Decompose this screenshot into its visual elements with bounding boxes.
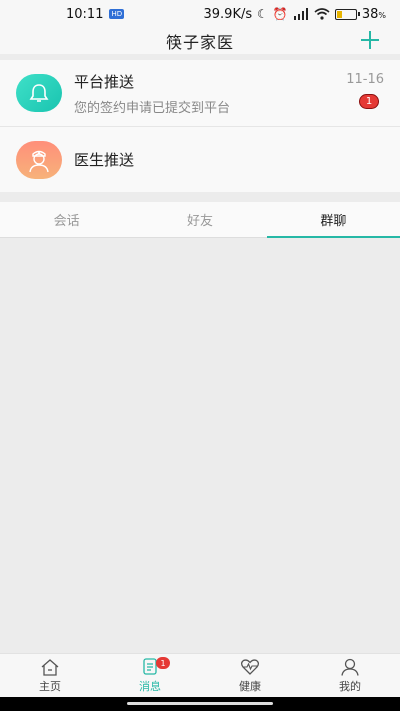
add-button[interactable] bbox=[358, 28, 382, 52]
signal-icon bbox=[293, 8, 308, 20]
doctor-push-avatar bbox=[16, 140, 62, 179]
gesture-bar bbox=[0, 697, 400, 711]
hd-badge: HD bbox=[109, 9, 125, 19]
nav-label: 主页 bbox=[39, 679, 61, 693]
bell-icon bbox=[29, 84, 49, 102]
battery-percent: 38% bbox=[361, 6, 386, 22]
status-time: 10:11 bbox=[66, 6, 104, 22]
status-bar: 10:11 HD 39.9K/s ☾ ⏰ 38% bbox=[0, 0, 400, 28]
push-item-date: 11-16 bbox=[346, 72, 384, 87]
health-heart-icon bbox=[240, 658, 260, 675]
tab-bar: 会话 好友 群聊 bbox=[0, 202, 400, 238]
message-badge: 1 bbox=[156, 657, 170, 669]
wifi-icon bbox=[314, 8, 330, 20]
push-item-subtitle: 您的签约申请已提交到平台 bbox=[74, 100, 231, 116]
push-item-name: 医生推送 bbox=[74, 151, 135, 169]
page-title: 筷子家医 bbox=[165, 33, 234, 52]
battery-icon bbox=[334, 8, 360, 20]
push-item-platform[interactable]: 平台推送 您的签约申请已提交到平台 11-16 1 bbox=[0, 60, 400, 126]
push-item-doctor[interactable]: 医生推送 bbox=[0, 126, 400, 192]
nav-messages[interactable]: 1 消息 bbox=[100, 654, 200, 697]
bottom-nav: 主页 1 消息 健康 我的 bbox=[0, 653, 400, 697]
nav-label: 我的 bbox=[339, 679, 361, 693]
home-icon bbox=[41, 658, 59, 676]
tab-friends[interactable]: 好友 bbox=[133, 202, 266, 237]
platform-push-avatar bbox=[16, 74, 62, 112]
title-bar: 筷子家医 bbox=[0, 28, 400, 54]
nav-home[interactable]: 主页 bbox=[0, 654, 100, 697]
push-item-name: 平台推送 bbox=[74, 72, 135, 91]
doctor-icon bbox=[29, 150, 49, 172]
network-speed: 39.9K/s bbox=[203, 6, 253, 22]
profile-icon bbox=[341, 658, 359, 676]
nav-profile[interactable]: 我的 bbox=[300, 654, 400, 697]
unread-badge: 1 bbox=[359, 94, 379, 109]
group-chat-list bbox=[0, 239, 400, 653]
nav-label: 消息 bbox=[139, 679, 161, 693]
moon-icon: ☾ bbox=[257, 7, 268, 21]
plus-icon bbox=[361, 31, 379, 49]
tab-group-chat[interactable]: 群聊 bbox=[266, 202, 400, 238]
nav-label: 健康 bbox=[239, 679, 261, 693]
push-list: 平台推送 您的签约申请已提交到平台 11-16 1 医生推送 bbox=[0, 60, 400, 192]
tab-conversations[interactable]: 会话 bbox=[0, 202, 133, 237]
alarm-icon: ⏰ bbox=[272, 7, 288, 21]
nav-health[interactable]: 健康 bbox=[200, 654, 300, 697]
home-indicator[interactable] bbox=[127, 702, 273, 705]
